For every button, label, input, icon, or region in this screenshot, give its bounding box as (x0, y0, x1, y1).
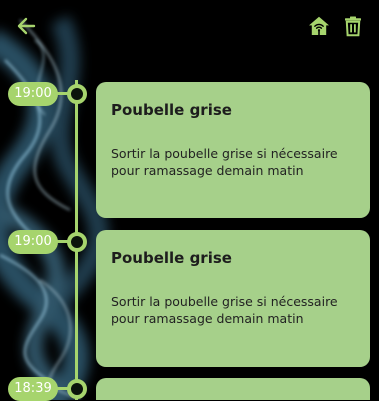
timeline-dot (67, 232, 87, 252)
time-badge: 18:39 (8, 377, 58, 401)
event-card[interactable] (96, 378, 370, 400)
event-card[interactable]: Poubelle grise Sortir la poubelle grise … (96, 230, 370, 367)
arrow-left-icon (17, 17, 36, 35)
delete-button[interactable] (339, 12, 367, 40)
event-title: Poubelle grise (111, 249, 232, 267)
event-description: Sortir la poubelle grise si nécessaire p… (111, 146, 338, 178)
timeline-dot (67, 379, 87, 399)
event-card[interactable]: Poubelle grise Sortir la poubelle grise … (96, 82, 370, 218)
event-title: Poubelle grise (111, 101, 232, 119)
back-button[interactable] (12, 12, 40, 40)
home-wifi-icon (309, 16, 329, 35)
time-badge: 19:00 (8, 82, 58, 106)
trash-icon (345, 16, 361, 37)
timeline-dot (67, 84, 87, 104)
home-button[interactable] (305, 12, 333, 40)
event-description: Sortir la poubelle grise si nécessaire p… (111, 294, 338, 326)
time-badge: 19:00 (8, 230, 58, 254)
app-bar (0, 0, 379, 52)
